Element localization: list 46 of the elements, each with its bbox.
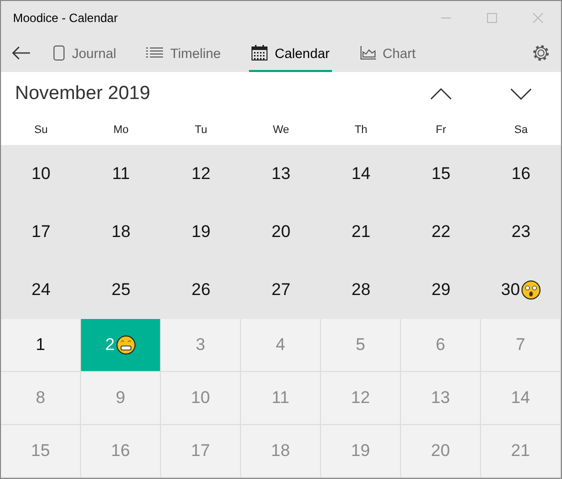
- weekday-label: Th: [354, 124, 368, 136]
- day-cell[interactable]: 26: [161, 261, 241, 319]
- day-cell[interactable]: 14: [321, 145, 401, 203]
- day-cell[interactable]: 23: [481, 203, 561, 261]
- day-cell[interactable]: 25: [81, 261, 161, 319]
- nav-tab[interactable]: Timeline: [144, 34, 223, 72]
- day-cell[interactable]: 16: [481, 145, 561, 203]
- day-cell[interactable]: 27: [241, 261, 321, 319]
- day-cell[interactable]: 18: [81, 203, 161, 261]
- nav-tab[interactable]: Calendar: [248, 34, 332, 72]
- calendar-icon: [250, 45, 268, 61]
- day-cell[interactable]: 21: [321, 203, 401, 261]
- day-cell[interactable]: 29: [401, 261, 481, 319]
- day-cell[interactable]: 19: [161, 203, 241, 261]
- month-title: November 2019: [15, 82, 152, 105]
- nav-tab[interactable]: Chart: [358, 34, 418, 72]
- chart-icon: [360, 46, 376, 60]
- window-title: Moodice - Calendar: [13, 10, 119, 24]
- day-cell[interactable]: 24: [1, 261, 81, 319]
- day-cell[interactable]: 15: [401, 145, 481, 203]
- list-icon: [146, 47, 164, 59]
- chevron-up-icon: [430, 88, 452, 100]
- day-cell[interactable]: 11: [81, 145, 161, 203]
- day-cell[interactable]: 30: [481, 261, 561, 319]
- weekday-label: Fr: [436, 124, 446, 136]
- day-cell[interactable]: 28: [321, 261, 401, 319]
- weekday-label: Su: [34, 124, 48, 136]
- phone-icon: [53, 45, 65, 61]
- weekday-label: Tu: [194, 124, 208, 136]
- maximize-icon: [487, 12, 497, 22]
- day-cell[interactable]: 20: [241, 203, 321, 261]
- close-icon: [533, 12, 543, 22]
- grinning-face-icon: [116, 335, 136, 355]
- nav-tab[interactable]: Journal: [51, 34, 118, 72]
- day-cell[interactable]: 13: [241, 145, 321, 203]
- weekday-label: We: [272, 124, 290, 136]
- back-arrow-icon: [12, 46, 30, 60]
- day-cell[interactable]: 12: [161, 145, 241, 203]
- day-cell[interactable]: 22: [401, 203, 481, 261]
- day-cell[interactable]: 10: [1, 145, 81, 203]
- weekday-label: Sa: [514, 124, 528, 136]
- day-cell[interactable]: 17: [1, 203, 81, 261]
- weekday-label: Mo: [113, 124, 129, 136]
- chevron-down-icon: [510, 88, 532, 100]
- settings-icon: [532, 44, 550, 62]
- shocked-face-icon: [520, 280, 541, 300]
